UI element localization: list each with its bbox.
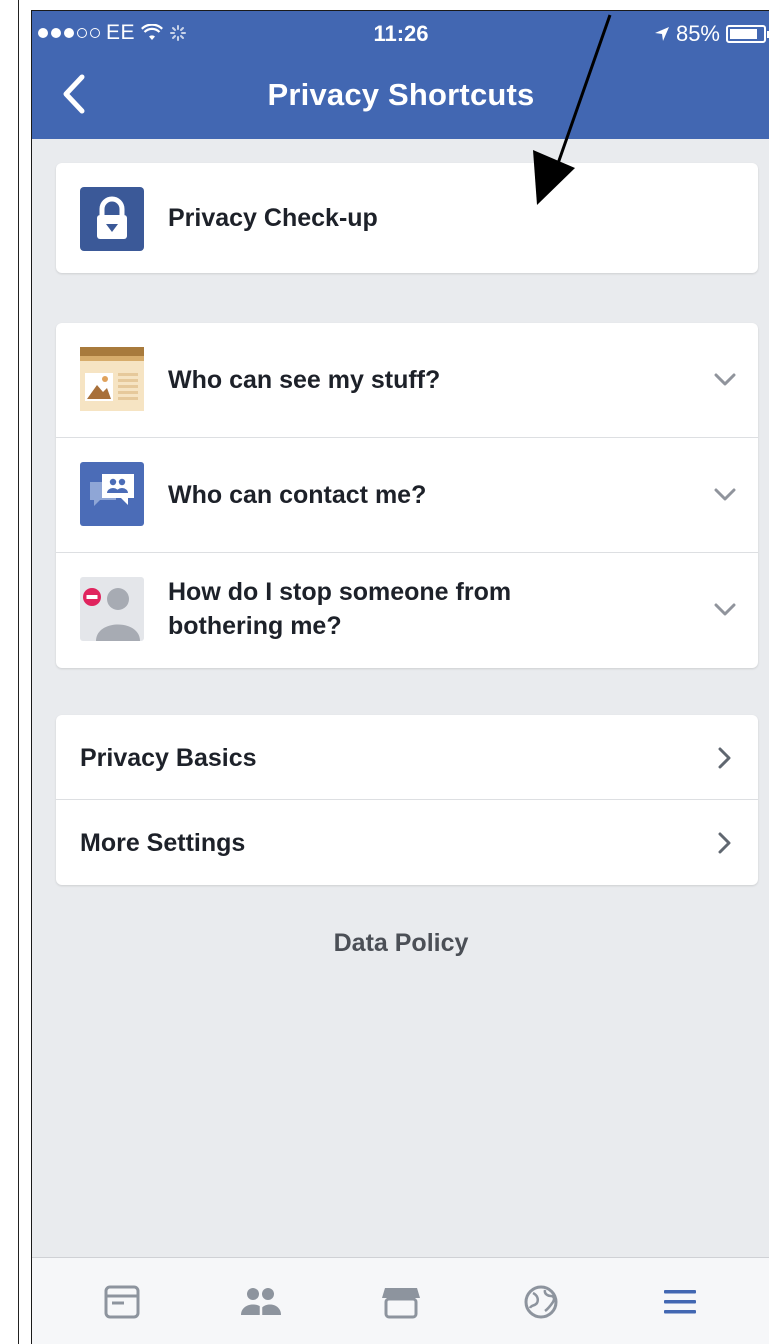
chevron-right-icon — [718, 747, 731, 769]
tab-news-feed[interactable] — [92, 1272, 152, 1332]
chevron-down-icon — [714, 603, 736, 616]
battery-percent: 85% — [675, 21, 720, 46]
privacy-checkup-label: Privacy Check-up — [168, 204, 378, 232]
shortcut-label-line1: How do I stop someone from — [168, 578, 512, 606]
shortcuts-card: Who can see my stuff? Who can contact me… — [56, 323, 758, 668]
privacy-checkup-row[interactable]: Privacy Check-up — [56, 163, 758, 273]
news-feed-icon — [104, 1285, 140, 1318]
more-settings-label: More Settings — [80, 829, 246, 857]
contact-people-icon — [80, 462, 144, 526]
shortcut-label: Who can see my stuff? — [168, 366, 441, 394]
block-person-icon — [80, 577, 144, 641]
phone-screen: EE 11:26 85% Privacy Shortcuts Privacy C… — [31, 10, 769, 1344]
links-card: Privacy Basics More Settings — [56, 715, 758, 885]
battery-icon — [726, 25, 769, 43]
menu-icon — [664, 1289, 697, 1313]
tab-notifications[interactable] — [511, 1272, 571, 1332]
chevron-down-icon — [714, 373, 736, 386]
shortcut-label: Who can contact me? — [168, 481, 427, 509]
shortcut-row-block[interactable]: How do I stop someone from bothering me? — [56, 553, 758, 668]
header: EE 11:26 85% Privacy Shortcuts — [32, 11, 769, 139]
globe-notifications-icon — [524, 1285, 558, 1318]
shortcut-row-contact[interactable]: Who can contact me? — [56, 438, 758, 553]
location-icon — [654, 27, 669, 41]
privacy-basics-row[interactable]: Privacy Basics — [56, 715, 758, 800]
tab-bar — [32, 1257, 769, 1344]
more-settings-row[interactable]: More Settings — [56, 800, 758, 885]
frame-border — [18, 0, 19, 1344]
tab-menu[interactable] — [650, 1272, 710, 1332]
status-right: 85% — [654, 21, 769, 47]
lock-icon — [80, 187, 144, 251]
tab-marketplace[interactable] — [371, 1272, 431, 1332]
page-title: Privacy Shortcuts — [267, 77, 535, 112]
chevron-right-icon — [718, 832, 731, 854]
page-frame: EE 11:26 85% Privacy Shortcuts Privacy C… — [0, 0, 769, 1344]
status-bar: EE 11:26 85% — [32, 11, 769, 55]
friends-icon — [241, 1287, 282, 1316]
shortcut-label-line2: bothering me? — [168, 612, 342, 640]
privacy-basics-label: Privacy Basics — [80, 744, 257, 772]
shortcut-row-see-stuff[interactable]: Who can see my stuff? — [56, 323, 758, 438]
tab-friends[interactable] — [231, 1272, 291, 1332]
chevron-down-icon — [714, 488, 736, 501]
marketplace-icon — [381, 1287, 420, 1318]
privacy-checkup-card[interactable]: Privacy Check-up — [56, 163, 758, 273]
profile-card-icon — [80, 347, 144, 411]
data-policy-link[interactable]: Data Policy — [32, 929, 769, 958]
nav-bar: Privacy Shortcuts — [32, 55, 769, 139]
